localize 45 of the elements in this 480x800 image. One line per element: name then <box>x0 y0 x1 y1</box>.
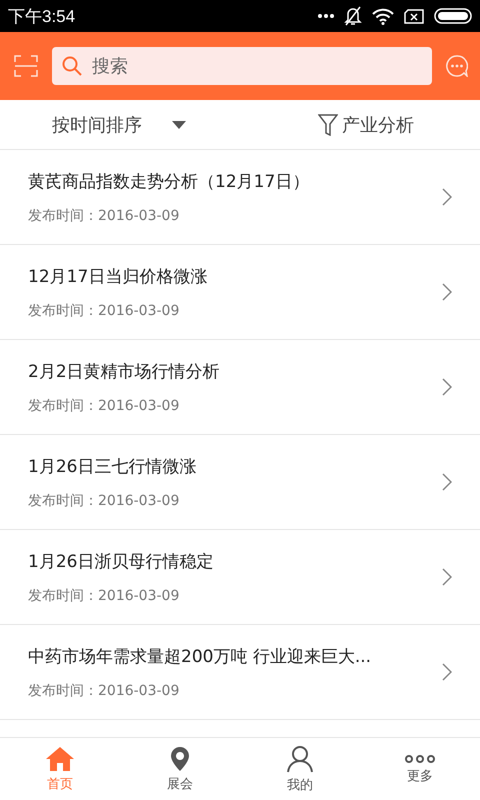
article-title: 黄芪商品指数走势分析（12月17日） <box>28 170 310 192</box>
article-item[interactable]: 1月26日浙贝母行情稳定 发布时间：2016-03-09 <box>0 530 480 625</box>
search-field[interactable]: 搜索 <box>52 47 432 85</box>
chevron-right-icon <box>442 568 452 586</box>
article-title: 2月2日黄精市场行情分析 <box>28 360 221 382</box>
scan-icon[interactable] <box>14 55 38 77</box>
sort-dropdown[interactable]: 按时间排序 <box>0 112 233 136</box>
tab-item[interactable]: 展会 <box>120 738 240 800</box>
tab-item[interactable]: 更多 <box>360 738 480 800</box>
chat-bubble-icon[interactable] <box>446 55 468 77</box>
chevron-right-icon <box>442 188 452 206</box>
filter-icon <box>318 114 338 136</box>
chevron-right-icon <box>442 473 452 491</box>
article-title: 1月26日浙贝母行情稳定 <box>28 550 214 572</box>
publish-date: 发布时间：2016-03-09 <box>28 492 180 510</box>
search-icon <box>62 56 82 76</box>
industry-analysis-button[interactable]: 产业分析 <box>233 112 480 136</box>
more-dots-icon <box>318 14 334 18</box>
person-icon <box>286 744 314 772</box>
wifi-icon <box>372 8 394 24</box>
sim-icon <box>404 8 424 24</box>
location-pin-icon <box>170 746 190 772</box>
bell-off-icon <box>344 6 362 26</box>
publish-date: 发布时间：2016-03-09 <box>28 302 180 320</box>
battery-icon <box>434 8 472 24</box>
article-item[interactable]: 12月17日当归价格微涨 发布时间：2016-03-09 <box>0 245 480 340</box>
article-item[interactable]: 1月26日三七行情微涨 发布时间：2016-03-09 <box>0 435 480 530</box>
home-icon <box>45 746 75 772</box>
article-title: 1月26日三七行情微涨 <box>28 456 198 478</box>
publish-date: 发布时间：2016-03-09 <box>28 586 180 604</box>
article-item[interactable]: 黄芪商品指数走势分析（12月17日） 发布时间：2016-03-09 <box>0 150 480 245</box>
tab-item[interactable]: 我的 <box>240 738 360 800</box>
chevron-right-icon <box>442 378 452 396</box>
chevron-right-icon <box>442 663 452 681</box>
article-title: 中药市场年需求量超200万吨 行业迎来巨大... <box>28 646 372 668</box>
chevron-right-icon <box>442 283 452 301</box>
dropdown-caret-icon <box>172 120 186 128</box>
article-item[interactable]: 2月2日黄精市场行情分析 发布时间：2016-03-09 <box>0 340 480 435</box>
article-title: 12月17日当归价格微涨 <box>28 266 208 288</box>
status-time: 下午3:54 <box>8 6 76 28</box>
publish-date: 发布时间：2016-03-09 <box>28 396 180 414</box>
article-item[interactable]: 中药市场年需求量超200万吨 行业迎来巨大... 发布时间：2016-03-09 <box>0 625 480 720</box>
publish-date: 发布时间：2016-03-09 <box>28 206 180 224</box>
more-icon <box>404 754 436 764</box>
publish-date: 发布时间：2016-03-09 <box>28 682 180 700</box>
